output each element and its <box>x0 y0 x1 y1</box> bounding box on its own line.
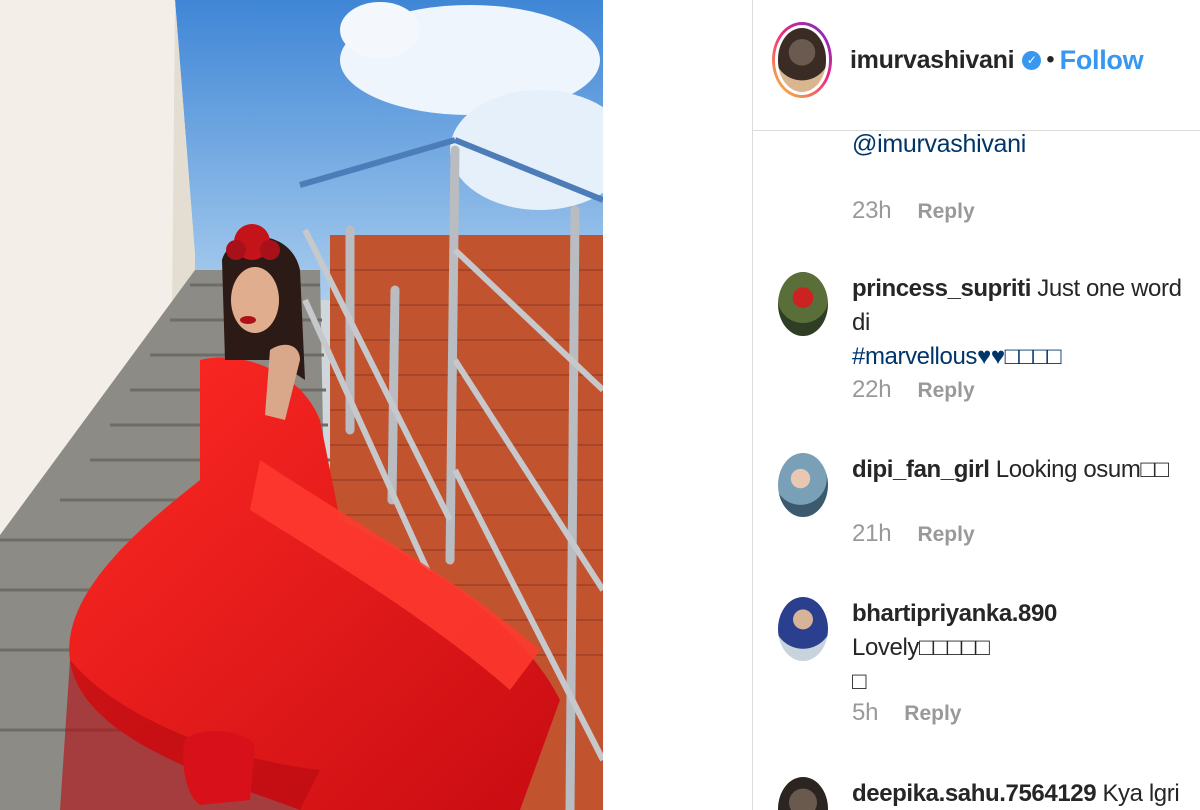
comment-reply-button[interactable]: Reply <box>917 379 974 403</box>
comment-meta: 22h Reply <box>852 376 975 404</box>
caption-mention[interactable]: @imurvashivani <box>852 130 1026 159</box>
commenter-username[interactable]: dipi_fan_girl <box>852 456 990 483</box>
comment-hashtag[interactable]: #marvellous♥♥□□□□ <box>852 340 1198 374</box>
separator-dot: • <box>1046 46 1055 73</box>
verified-badge-icon: ✓ <box>1022 50 1042 70</box>
comment-text: Lovely□□□□□ <box>852 634 990 661</box>
author-username[interactable]: imurvashivani <box>850 46 1015 75</box>
comment-time[interactable]: 5h <box>852 699 878 727</box>
comments-panel: imurvashivani ✓ • Follow @imurvashivani … <box>752 0 1200 810</box>
photo-illustration <box>0 0 603 810</box>
avatar-ring-inner <box>775 25 829 95</box>
comment-time[interactable]: 22h <box>852 376 892 404</box>
post-photo[interactable] <box>0 0 603 810</box>
comment-meta: 5h Reply <box>852 699 961 727</box>
avatar-image <box>778 28 826 92</box>
author-row: imurvashivani ✓ • Follow <box>850 42 1144 78</box>
comment-meta: 21h Reply <box>852 520 975 548</box>
comment-body: princess_supriti Just one word di #marve… <box>852 272 1198 374</box>
commenter-avatar[interactable] <box>778 453 828 517</box>
caption-reply-button[interactable]: Reply <box>917 200 974 224</box>
commenter-avatar[interactable] <box>778 272 828 336</box>
caption-meta: 23h Reply <box>852 197 975 225</box>
comment-text-continued: □ <box>852 668 867 695</box>
comment-reply-button[interactable]: Reply <box>904 702 961 726</box>
comment-text: Looking osum□□ <box>995 456 1169 483</box>
comment-reply-button[interactable]: Reply <box>917 523 974 547</box>
commenter-username[interactable]: bhartipriyanka.890 <box>852 600 1057 627</box>
author-avatar[interactable] <box>772 22 832 98</box>
follow-button[interactable]: Follow <box>1060 45 1144 76</box>
caption-time[interactable]: 23h <box>852 197 892 225</box>
commenter-avatar[interactable] <box>778 777 828 810</box>
post-header: imurvashivani ✓ • Follow <box>752 0 1200 131</box>
comment-time[interactable]: 21h <box>852 520 892 548</box>
commenter-username[interactable]: deepika.sahu.7564129 <box>852 780 1097 807</box>
comment-body: deepika.sahu.7564129 Kya lgri ho <box>852 777 1198 810</box>
commenter-avatar[interactable] <box>778 597 828 661</box>
commenter-username[interactable]: princess_supriti <box>852 275 1031 302</box>
comment-body: bhartipriyanka.890 Lovely□□□□□ □ <box>852 597 1198 699</box>
comment-body: dipi_fan_girl Looking osum□□ <box>852 453 1198 487</box>
